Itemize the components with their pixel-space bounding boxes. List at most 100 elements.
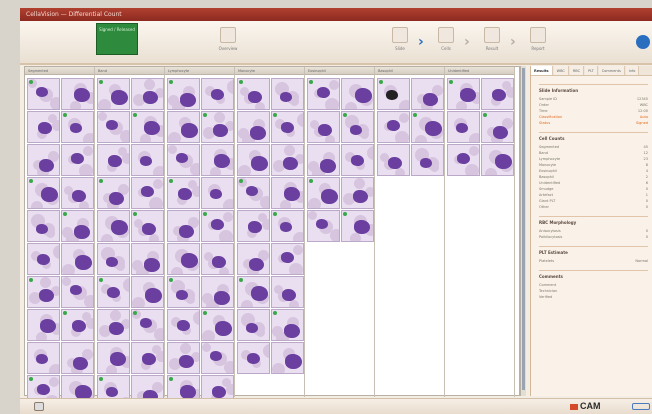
- class-column-header[interactable]: Band: [95, 67, 164, 75]
- cell-thumbnail[interactable]: [447, 144, 480, 176]
- cell-thumbnail[interactable]: [61, 144, 94, 176]
- help-icon[interactable]: [632, 403, 650, 410]
- cell-thumbnail[interactable]: [131, 276, 164, 308]
- cell-thumbnail[interactable]: [61, 111, 94, 143]
- cell-thumbnail[interactable]: [131, 78, 164, 110]
- cell-thumbnail[interactable]: [61, 78, 94, 110]
- cell-thumbnail[interactable]: [271, 78, 304, 110]
- cell-thumbnail[interactable]: [201, 177, 234, 209]
- cell-thumbnail[interactable]: [131, 309, 164, 341]
- cell-thumbnail[interactable]: [411, 111, 444, 143]
- tab-plt[interactable]: PLT: [585, 66, 598, 75]
- cell-thumbnail[interactable]: [27, 210, 60, 242]
- cell-thumbnail[interactable]: [167, 144, 200, 176]
- cell-thumbnail[interactable]: [131, 243, 164, 275]
- overview-button[interactable]: Overview: [214, 25, 242, 59]
- cell-thumbnail[interactable]: [307, 111, 340, 143]
- cell-thumbnail[interactable]: [271, 243, 304, 275]
- cell-thumbnail[interactable]: [167, 276, 200, 308]
- result-row[interactable]: Platelets Normal: [539, 258, 648, 264]
- cell-thumbnail[interactable]: [237, 210, 270, 242]
- cell-thumbnail[interactable]: [201, 111, 234, 143]
- cell-thumbnail[interactable]: [27, 78, 60, 110]
- cell-thumbnail[interactable]: [97, 309, 130, 341]
- cell-thumbnail[interactable]: [61, 309, 94, 341]
- cell-thumbnail[interactable]: [447, 111, 480, 143]
- cell-thumbnail[interactable]: [237, 144, 270, 176]
- result-row[interactable]: Verified: [539, 294, 648, 300]
- cell-thumbnail[interactable]: [97, 276, 130, 308]
- tab-rbc[interactable]: RBC: [569, 66, 585, 75]
- result-row[interactable]: Status Signed: [539, 120, 648, 126]
- cell-thumbnail[interactable]: [237, 342, 270, 374]
- cell-thumbnail[interactable]: [271, 342, 304, 374]
- cell-thumbnail[interactable]: [237, 243, 270, 275]
- cell-thumbnail[interactable]: [237, 309, 270, 341]
- cell-thumbnail[interactable]: [271, 210, 304, 242]
- cell-thumbnail[interactable]: [411, 144, 444, 176]
- cell-thumbnail[interactable]: [167, 78, 200, 110]
- cell-thumbnail[interactable]: [131, 342, 164, 374]
- cell-thumbnail[interactable]: [27, 243, 60, 275]
- cell-thumbnail[interactable]: [131, 210, 164, 242]
- cell-thumbnail[interactable]: [27, 144, 60, 176]
- cell-thumbnail[interactable]: [167, 210, 200, 242]
- class-column-header[interactable]: Segmented: [25, 67, 94, 75]
- cell-thumbnail[interactable]: [97, 177, 130, 209]
- sign-status-button[interactable]: Signed / Released: [96, 23, 138, 55]
- cell-thumbnail[interactable]: [481, 78, 514, 110]
- cell-thumbnail[interactable]: [307, 210, 340, 242]
- cell-thumbnail[interactable]: [201, 78, 234, 110]
- cell-thumbnail[interactable]: [167, 243, 200, 275]
- report-button[interactable]: Report: [524, 25, 552, 59]
- cell-thumbnail[interactable]: [27, 309, 60, 341]
- class-column-header[interactable]: Basophil: [375, 67, 444, 75]
- cell-thumbnail[interactable]: [27, 342, 60, 374]
- cell-thumbnail[interactable]: [61, 177, 94, 209]
- result-row[interactable]: Other 0: [539, 204, 648, 210]
- slide-button[interactable]: Slide: [386, 25, 414, 59]
- cell-thumbnail[interactable]: [61, 210, 94, 242]
- cell-thumbnail[interactable]: [201, 276, 234, 308]
- cell-thumbnail[interactable]: [61, 276, 94, 308]
- class-column-header[interactable]: Lymphocyte: [165, 67, 234, 75]
- result-button[interactable]: Result: [478, 25, 506, 59]
- cell-thumbnail[interactable]: [97, 111, 130, 143]
- cell-thumbnail[interactable]: [237, 111, 270, 143]
- cell-thumbnail[interactable]: [307, 78, 340, 110]
- monitor-icon[interactable]: [34, 402, 44, 411]
- cell-thumbnail[interactable]: [131, 177, 164, 209]
- tab-comments[interactable]: Comments: [598, 66, 625, 75]
- cell-thumbnail[interactable]: [131, 111, 164, 143]
- cell-thumbnail[interactable]: [237, 177, 270, 209]
- cell-thumbnail[interactable]: [377, 78, 410, 110]
- cell-thumbnail[interactable]: [97, 243, 130, 275]
- cell-thumbnail[interactable]: [341, 210, 374, 242]
- cell-thumbnail[interactable]: [341, 177, 374, 209]
- class-column-header[interactable]: Unidentified: [445, 67, 514, 75]
- cell-thumbnail[interactable]: [201, 342, 234, 374]
- cell-thumbnail[interactable]: [271, 177, 304, 209]
- cell-thumbnail[interactable]: [167, 177, 200, 209]
- cell-thumbnail[interactable]: [167, 309, 200, 341]
- cell-thumbnail[interactable]: [97, 210, 130, 242]
- cell-thumbnail[interactable]: [97, 144, 130, 176]
- cell-thumbnail[interactable]: [201, 243, 234, 275]
- cell-thumbnail[interactable]: [271, 144, 304, 176]
- cell-thumbnail[interactable]: [61, 243, 94, 275]
- cell-thumbnail[interactable]: [447, 78, 480, 110]
- cell-thumbnail[interactable]: [27, 111, 60, 143]
- cell-thumbnail[interactable]: [271, 309, 304, 341]
- tab-info[interactable]: Info: [625, 66, 640, 75]
- cell-thumbnail[interactable]: [341, 144, 374, 176]
- cell-thumbnail[interactable]: [97, 342, 130, 374]
- cell-thumbnail[interactable]: [201, 210, 234, 242]
- cell-thumbnail[interactable]: [237, 78, 270, 110]
- cell-thumbnail[interactable]: [167, 342, 200, 374]
- cell-thumbnail[interactable]: [27, 276, 60, 308]
- scrollbar-thumb[interactable]: [522, 68, 525, 390]
- cell-thumbnail[interactable]: [307, 177, 340, 209]
- cell-thumbnail[interactable]: [27, 177, 60, 209]
- cell-thumbnail[interactable]: [377, 144, 410, 176]
- cell-thumbnail[interactable]: [237, 276, 270, 308]
